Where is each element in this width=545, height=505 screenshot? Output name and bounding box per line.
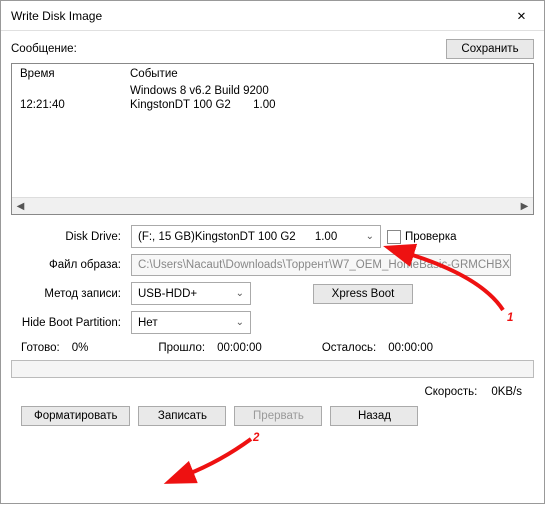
horizontal-scrollbar[interactable]: ◀ ▶: [12, 197, 533, 214]
speed-row: Скорость: 0KB/s: [11, 386, 534, 398]
save-button[interactable]: Сохранить: [446, 39, 534, 59]
check-label: Проверка: [405, 231, 457, 243]
bottom-buttons: Форматировать Записать Прервать Назад: [11, 406, 534, 426]
file-row: Файл образа: C:\Users\Nacaut\Downloads\Т…: [11, 254, 534, 276]
disk-drive-row: Disk Drive: (F:, 15 GB)KingstonDT 100 G2…: [11, 225, 534, 248]
disk-drive-value: (F:, 15 GB)KingstonDT 100 G2 1.00: [138, 231, 337, 243]
log-event: Windows 8 v6.2 Build 9200: [130, 85, 525, 97]
close-icon: ✕: [517, 9, 527, 23]
check-checkbox-wrap[interactable]: Проверка: [387, 230, 457, 244]
write-button[interactable]: Записать: [138, 406, 226, 426]
speed-label: Скорость:: [424, 386, 477, 398]
method-row: Метод записи: USB-HDD+ ⌄ Xpress Boot: [11, 282, 534, 305]
disk-drive-select[interactable]: (F:, 15 GB)KingstonDT 100 G2 1.00 ⌄: [131, 225, 381, 248]
close-button[interactable]: ✕: [499, 1, 544, 31]
log-time: [20, 85, 130, 97]
remaining-label: Осталось:: [322, 342, 376, 354]
scroll-left-icon[interactable]: ◀: [12, 198, 29, 214]
chevron-down-icon: ⌄: [366, 231, 374, 242]
method-label: Метод записи:: [11, 288, 131, 300]
status-row: Готово: 0% Прошло: 00:00:00 Осталось: 00…: [11, 342, 534, 354]
chevron-down-icon: ⌄: [236, 317, 244, 328]
chevron-down-icon: ⌄: [236, 288, 244, 299]
ready-value: 0%: [72, 342, 89, 354]
hide-row: Hide Boot Partition: Нет ⌄: [11, 311, 534, 334]
method-select[interactable]: USB-HDD+ ⌄: [131, 282, 251, 305]
scroll-track[interactable]: [29, 198, 516, 214]
message-row: Сообщение: Сохранить: [11, 39, 534, 59]
file-input[interactable]: C:\Users\Nacaut\Downloads\Торрент\W7_OEM…: [131, 254, 511, 276]
status-remaining: Осталось: 00:00:00: [322, 342, 433, 354]
format-button[interactable]: Форматировать: [21, 406, 130, 426]
check-checkbox[interactable]: [387, 230, 401, 244]
message-label: Сообщение:: [11, 43, 77, 55]
hide-select[interactable]: Нет ⌄: [131, 311, 251, 334]
hide-value: Нет: [138, 317, 158, 329]
write-disk-image-window: Write Disk Image ✕ Сообщение: Сохранить …: [0, 0, 545, 504]
remaining-value: 00:00:00: [388, 342, 433, 354]
content-area: Сообщение: Сохранить Время Событие Windo…: [1, 31, 544, 434]
ready-label: Готово:: [21, 342, 60, 354]
log-box: Время Событие Windows 8 v6.2 Build 9200 …: [11, 63, 534, 215]
titlebar: Write Disk Image ✕: [1, 1, 544, 31]
window-title: Write Disk Image: [11, 9, 102, 23]
col-time-header: Время: [20, 68, 130, 80]
log-time: 12:21:40: [20, 99, 130, 111]
disk-drive-label: Disk Drive:: [11, 231, 131, 243]
log-row: 12:21:40 KingstonDT 100 G2 1.00: [12, 98, 533, 112]
method-value: USB-HDD+: [138, 288, 197, 300]
abort-button[interactable]: Прервать: [234, 406, 322, 426]
log-row: Windows 8 v6.2 Build 9200: [12, 84, 533, 98]
status-elapsed: Прошло: 00:00:00: [158, 342, 261, 354]
log-header: Время Событие: [12, 64, 533, 84]
scroll-right-icon[interactable]: ▶: [516, 198, 533, 214]
log-event: KingstonDT 100 G2 1.00: [130, 99, 525, 111]
back-button[interactable]: Назад: [330, 406, 418, 426]
file-label: Файл образа:: [11, 259, 131, 271]
file-value: C:\Users\Nacaut\Downloads\Торрент\W7_OEM…: [138, 259, 510, 271]
speed-value: 0KB/s: [491, 386, 522, 398]
status-ready: Готово: 0%: [21, 342, 88, 354]
progress-bar: [11, 360, 534, 378]
elapsed-value: 00:00:00: [217, 342, 262, 354]
xpress-boot-button[interactable]: Xpress Boot: [313, 284, 413, 304]
elapsed-label: Прошло:: [158, 342, 205, 354]
col-event-header: Событие: [130, 68, 525, 80]
hide-label: Hide Boot Partition:: [11, 317, 131, 329]
